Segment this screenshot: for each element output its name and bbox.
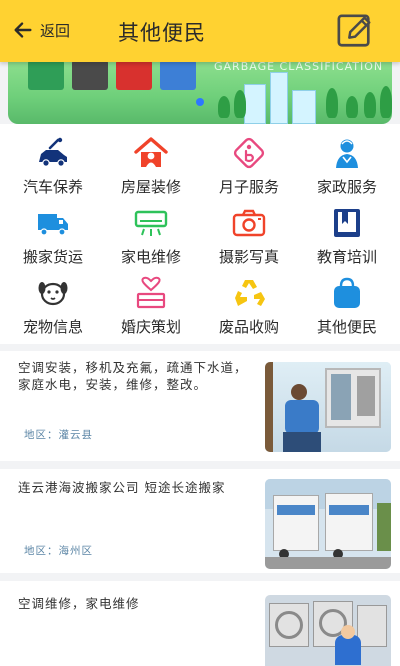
listing-thumbnail xyxy=(265,479,391,569)
tree-illustration xyxy=(346,96,358,118)
back-label: 返回 xyxy=(40,21,71,40)
book-icon xyxy=(334,209,360,237)
category-label: 房屋装修 xyxy=(120,178,181,196)
car-wash-icon xyxy=(39,137,67,167)
tree-illustration xyxy=(218,96,230,118)
category-label: 宠物信息 xyxy=(22,318,83,336)
listing-region: 地区：灌云县 xyxy=(24,429,93,441)
category-housekeeping[interactable]: 家政服务 xyxy=(302,130,392,196)
building-illustration xyxy=(244,84,266,124)
category-pets[interactable]: 宠物信息 xyxy=(8,270,98,336)
carousel-dot[interactable] xyxy=(196,98,204,106)
pet-dog-icon xyxy=(38,282,68,306)
category-label: 家电维修 xyxy=(120,248,181,266)
category-other-services[interactable]: 其他便民 xyxy=(302,270,392,336)
category-postnatal-care[interactable]: 月子服务 xyxy=(204,130,294,196)
category-home-renovation[interactable]: 房屋装修 xyxy=(106,130,196,196)
category-grid: 汽车保养 房屋装修 月子服务 家政服务 搬家货运 家电维修 摄影写真 教育培训 … xyxy=(0,124,400,344)
page-title: 其他便民 xyxy=(118,21,206,45)
listing-thumbnail xyxy=(265,595,391,666)
baby-care-icon xyxy=(233,137,265,169)
listing-region: 地区：海州区 xyxy=(24,545,93,557)
category-label: 废品收购 xyxy=(218,318,279,336)
green-bin-icon xyxy=(28,60,64,90)
category-car-care[interactable]: 汽车保养 xyxy=(8,130,98,196)
category-appliance-repair[interactable]: 家电维修 xyxy=(106,200,196,266)
tree-illustration xyxy=(234,90,246,118)
category-label: 搬家货运 xyxy=(22,248,83,266)
category-label: 汽车保养 xyxy=(22,178,83,196)
category-education[interactable]: 教育培训 xyxy=(302,200,392,266)
category-label: 教育培训 xyxy=(316,248,377,266)
category-moving[interactable]: 搬家货运 xyxy=(8,200,98,266)
category-label: 家政服务 xyxy=(316,178,377,196)
back-button[interactable]: 返回 xyxy=(12,14,70,46)
building-illustration xyxy=(292,90,316,124)
blue-bin-icon xyxy=(160,60,196,90)
top-bar: 返回 其他便民 xyxy=(0,0,400,62)
tree-illustration xyxy=(380,86,392,118)
gray-bin-icon xyxy=(72,60,108,90)
camera-icon xyxy=(232,209,266,237)
housekeeper-icon xyxy=(336,139,358,168)
category-label: 婚庆策划 xyxy=(120,318,181,336)
category-label: 其他便民 xyxy=(316,318,377,336)
listing-description: 空调维修，家电维修 xyxy=(18,596,140,611)
moving-truck-icon xyxy=(38,214,68,236)
listing-description: 空调安装，移机及充氟，疏通下水道，家庭水电，安装，维修，整改。 xyxy=(18,360,248,392)
category-label: 摄影写真 xyxy=(218,248,279,266)
shopping-bag-icon xyxy=(334,277,360,308)
listing-description: 连云港海波搬家公司 短途长途搬家 xyxy=(18,480,226,495)
house-repair-icon xyxy=(134,137,168,167)
listing-thumbnail xyxy=(265,362,391,452)
red-bin-icon xyxy=(116,60,152,90)
air-conditioner-icon xyxy=(134,210,168,236)
edit-icon[interactable] xyxy=(336,12,374,50)
promo-banner[interactable]: GARBAGE CLASSIFICATION xyxy=(8,58,392,124)
category-recycling[interactable]: 废品收购 xyxy=(204,270,294,336)
back-arrow-icon xyxy=(14,22,32,38)
tree-illustration xyxy=(364,92,376,118)
category-photography[interactable]: 摄影写真 xyxy=(204,200,294,266)
category-wedding[interactable]: 婚庆策划 xyxy=(106,270,196,336)
listing-card[interactable]: 空调安装，移机及充氟，疏通下水道，家庭水电，安装，维修，整改。 地区：灌云县 xyxy=(0,351,400,461)
tree-illustration xyxy=(326,88,338,118)
recycle-icon xyxy=(235,280,265,306)
category-label: 月子服务 xyxy=(218,178,279,196)
wedding-icon xyxy=(136,276,166,309)
listing-card[interactable]: 连云港海波搬家公司 短途长途搬家 地区：海州区 xyxy=(0,469,400,573)
building-illustration xyxy=(270,72,288,124)
listing-card[interactable]: 空调维修，家电维修 xyxy=(0,581,400,666)
